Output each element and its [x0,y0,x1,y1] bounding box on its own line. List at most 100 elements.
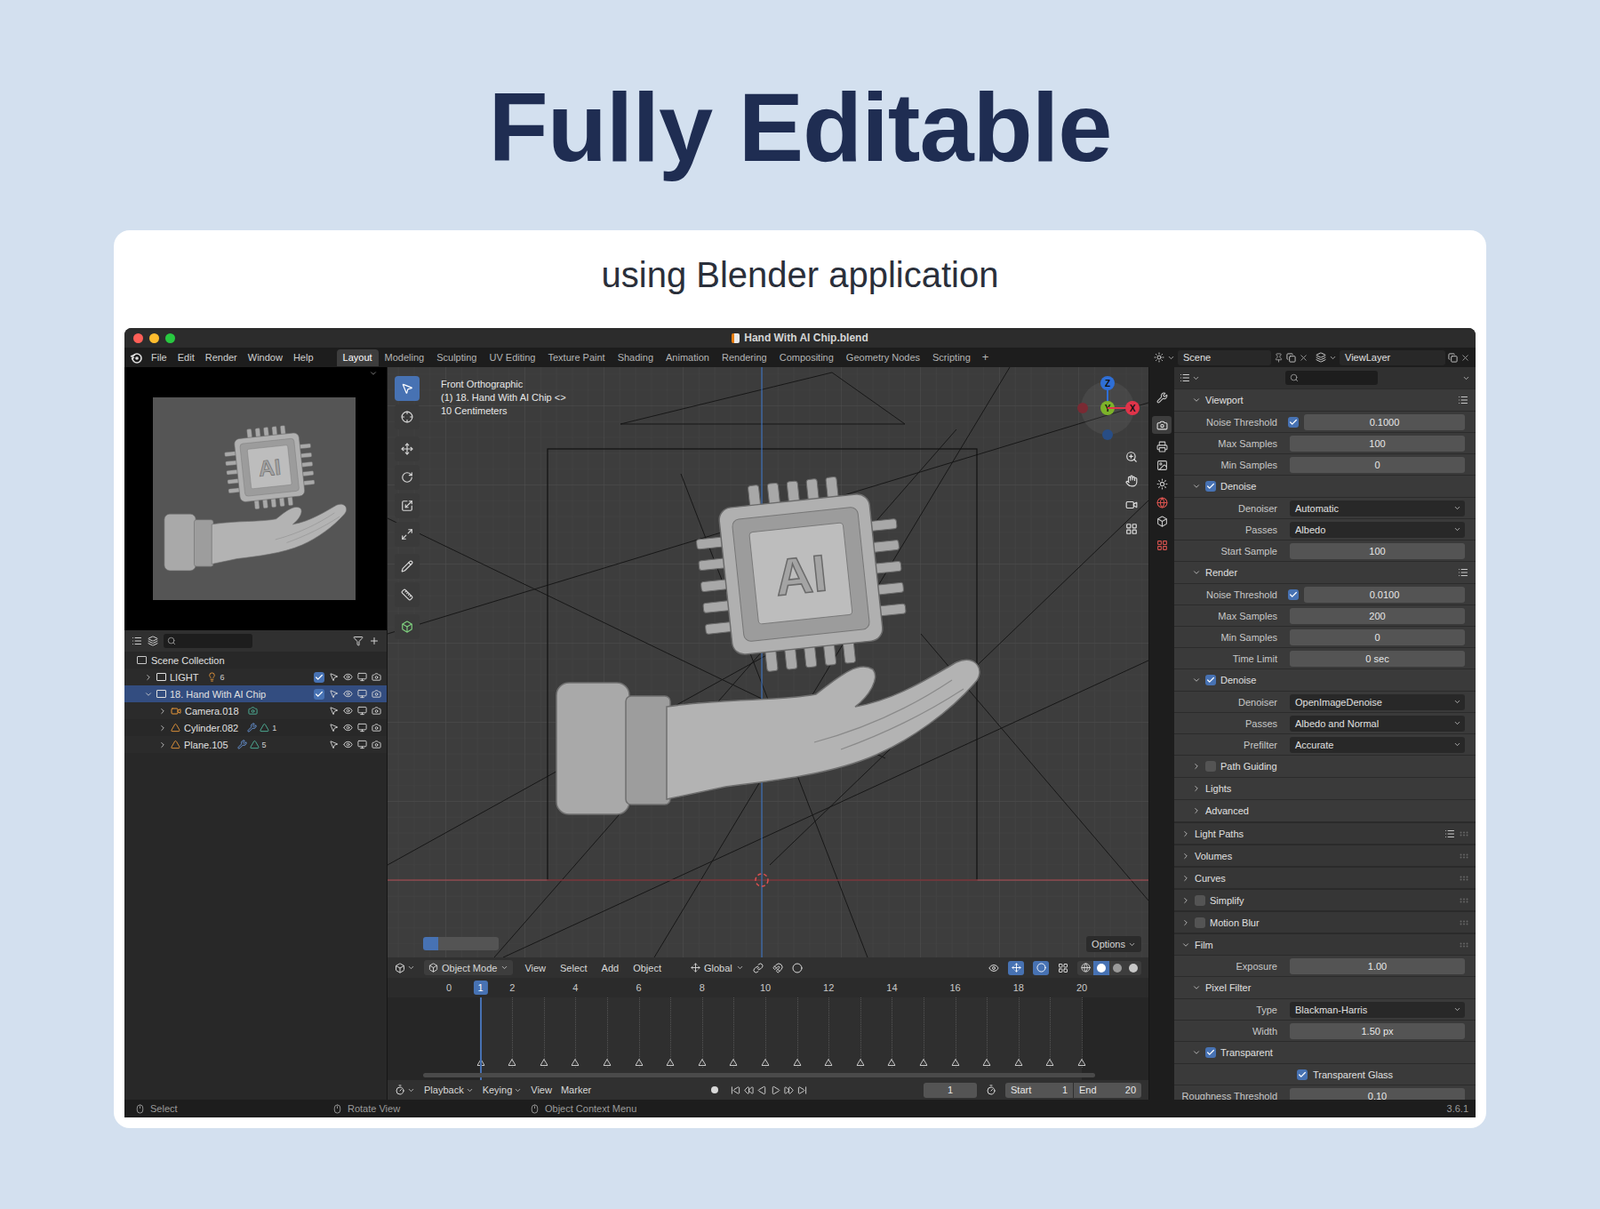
scale-tool[interactable] [394,493,420,519]
properties-panel-header[interactable]: Denoise [1174,475,1476,497]
property-number-field[interactable]: 0.1000 [1304,414,1465,431]
keyframe-icon[interactable] [920,1058,928,1066]
timeline-menu[interactable]: Keying [482,1083,523,1096]
select-mode-button[interactable] [483,936,499,951]
keyframe-icon[interactable] [951,1058,960,1066]
property-dropdown[interactable]: Accurate [1289,736,1465,753]
chevron-down-icon[interactable] [1167,353,1176,362]
chevron-down-icon[interactable] [1328,353,1337,362]
scene-field[interactable]: Scene [1177,350,1272,366]
property-number-field[interactable]: 0 sec [1289,650,1465,667]
close-button[interactable] [133,333,144,344]
output-tab-icon[interactable] [1156,440,1168,453]
drag-handle-icon[interactable] [1459,920,1469,926]
playhead[interactable] [480,997,482,1080]
workspace-tab[interactable]: Animation [659,349,716,367]
snap-icon[interactable] [772,962,784,974]
viewport-canvas[interactable]: AI [387,367,1149,958]
chevron-down-icon[interactable] [407,1086,416,1095]
render-tab[interactable] [1152,416,1172,434]
keyframe-icon[interactable] [603,1058,612,1066]
start-frame-field[interactable]: Start1 [1005,1082,1073,1098]
viewport-toggle-icon[interactable] [357,739,368,750]
select-mode-button[interactable] [423,936,439,951]
navigation-gizmo[interactable]: ZYX [1072,370,1147,446]
keyframe-icon[interactable] [1014,1058,1023,1066]
property-number-field[interactable]: 0.10 [1289,1088,1465,1101]
current-frame-marker[interactable]: 1 [473,980,488,995]
properties-panel-header[interactable]: Path Guiding [1174,755,1476,777]
property-number-field[interactable]: 0 [1289,456,1465,473]
visibility-toggle-icon[interactable] [343,722,353,733]
solid-shading-button[interactable] [1093,960,1110,976]
orientation-dropdown[interactable]: Global [690,961,744,975]
workspace-tab[interactable]: Compositing [773,349,840,367]
properties-panel-header[interactable]: Film [1174,933,1476,955]
outliner-row[interactable]: Camera.018 [124,702,387,720]
visibility-toggle-icon[interactable] [343,688,353,699]
viewport-menu[interactable]: Select [557,961,591,975]
properties-panel-header[interactable]: Simplify [1174,888,1476,911]
expand-arrow-icon[interactable] [144,672,153,682]
property-checkbox-row[interactable]: Transparent Glass [1174,1064,1476,1085]
checkbox[interactable] [1296,1069,1308,1080]
property-number-field[interactable]: 0 [1289,629,1465,646]
view-layer-tab-icon[interactable] [1156,459,1168,472]
checkbox[interactable] [1194,917,1206,928]
properties-search[interactable] [1285,370,1378,385]
keyframe-icon[interactable] [824,1058,833,1066]
property-number-field[interactable]: 200 [1289,608,1465,624]
render-toggle-icon[interactable] [371,705,382,716]
editor-type-icon[interactable] [394,962,406,974]
proportional-edit-icon[interactable] [792,962,803,974]
menu-item[interactable]: File [147,351,171,364]
timeline-tracks[interactable] [387,997,1149,1080]
pan-button[interactable] [1121,471,1142,491]
properties-panel-header[interactable]: Advanced [1174,800,1476,822]
properties-panel-header[interactable]: Transparent [1174,1041,1476,1064]
add-cube-tool[interactable] [394,614,420,640]
checkbox[interactable] [1288,589,1299,600]
checkbox[interactable] [1205,1047,1216,1058]
tool-tab-icon[interactable] [1156,392,1168,404]
pin-icon[interactable] [1273,352,1284,363]
display-mode-icon[interactable] [147,635,159,647]
checkbox[interactable] [1194,895,1206,906]
properties-panel-header[interactable]: Render [1174,561,1476,584]
select-mode-button[interactable] [453,936,469,951]
property-dropdown[interactable]: Albedo [1289,521,1465,538]
checkbox[interactable] [1205,760,1216,772]
property-number-field[interactable]: 100 [1289,435,1465,452]
workspace-tab[interactable]: UV Editing [482,349,542,367]
timeline-menu[interactable]: Playback [424,1083,474,1096]
visibility-toggle-icon[interactable] [343,739,353,750]
property-number-field[interactable]: 0.0100 [1304,586,1465,603]
expand-arrow-icon[interactable] [158,706,168,716]
workspace-tab[interactable]: Scripting [926,349,977,367]
menu-item[interactable]: Window [244,351,287,364]
workspace-tab[interactable]: Sculpting [430,349,483,367]
workspace-tab[interactable]: Layout [336,349,379,367]
scene-tab-icon[interactable] [1156,478,1168,490]
selectable-toggle-icon[interactable] [328,672,339,682]
rotate-tool[interactable] [394,464,420,490]
minimize-button[interactable] [149,333,160,344]
render-toggle-icon[interactable] [371,672,382,682]
remove-view-layer-icon[interactable] [1460,352,1471,363]
header-toggle-icon[interactable] [368,368,378,378]
property-number-field[interactable]: 100 [1289,543,1465,560]
camera-view-button[interactable] [1121,495,1142,515]
chevron-down-icon[interactable] [1192,374,1200,383]
visibility-icon[interactable] [988,962,1000,974]
property-dropdown[interactable]: Automatic [1289,500,1465,517]
texture-tab-icon[interactable] [1156,539,1168,552]
selectable-toggle-icon[interactable] [328,705,339,716]
selectable-toggle-icon[interactable] [328,722,339,733]
outliner-row[interactable]: Plane.1055 [124,736,387,753]
viewport-menu[interactable]: View [521,961,549,975]
keyframe-icon[interactable] [666,1058,675,1066]
chevron-down-icon[interactable] [407,963,416,972]
chevron-down-icon[interactable] [1462,374,1471,383]
property-number-field[interactable]: 1.50 px [1289,1023,1465,1040]
transform-tool[interactable] [394,521,420,547]
